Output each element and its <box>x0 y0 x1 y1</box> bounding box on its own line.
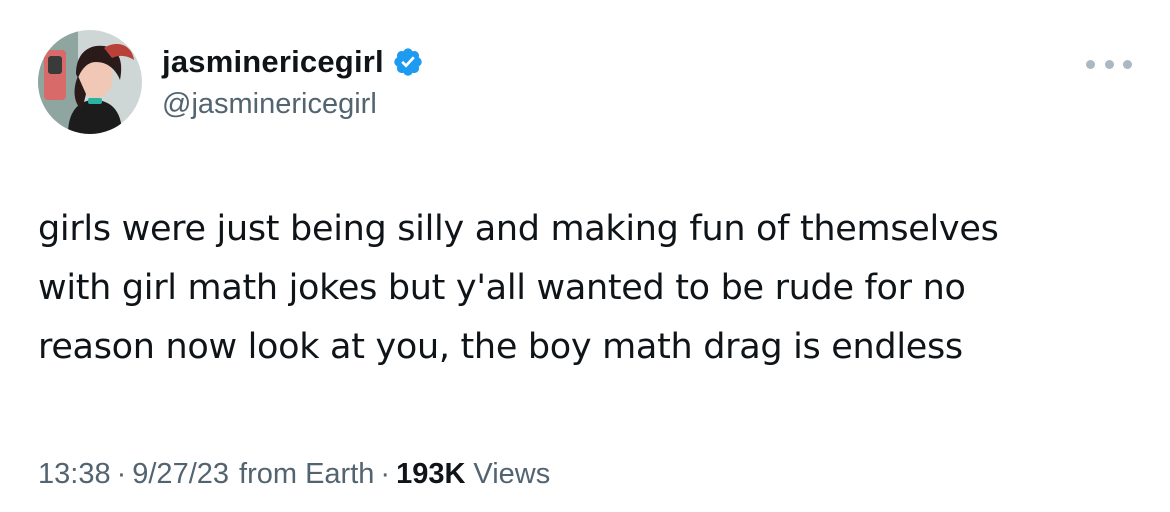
verified-badge-icon <box>392 46 424 78</box>
more-dot <box>1104 59 1114 69</box>
author-handle[interactable]: @jasminericegirl <box>162 88 377 121</box>
tweet-source: from Earth <box>239 458 375 490</box>
tweet-text: girls were just being silly and making f… <box>38 200 1138 377</box>
more-dot <box>1123 59 1132 69</box>
author-avatar[interactable] <box>38 30 142 134</box>
author-name-row: jasminericegirl <box>162 42 424 82</box>
views-label: Views <box>473 458 551 490</box>
views-count: 193K <box>396 458 466 490</box>
more-dot <box>1086 59 1095 69</box>
avatar-photo <box>38 30 142 134</box>
tweet-time[interactable]: 13:38 <box>38 458 111 491</box>
meta-separator: · <box>380 458 391 490</box>
tweet-card: jasminericegirl @jasminericegirl girls w… <box>0 0 1170 512</box>
tweet-text-line: girls were just being silly and making f… <box>38 209 999 249</box>
tweet-text-line: reason now look at you, the boy math dra… <box>38 327 963 367</box>
meta-separator: · <box>116 458 127 490</box>
author-display-name[interactable]: jasminericegirl <box>162 44 384 80</box>
more-options-icon[interactable] <box>1086 52 1132 76</box>
tweet-date[interactable]: 9/27/23 <box>132 458 229 491</box>
tweet-text-line: with girl math jokes but y'all wanted to… <box>38 268 966 308</box>
tweet-meta: 13:38 · 9/27/23 from Earth · 193K Views <box>38 458 550 491</box>
